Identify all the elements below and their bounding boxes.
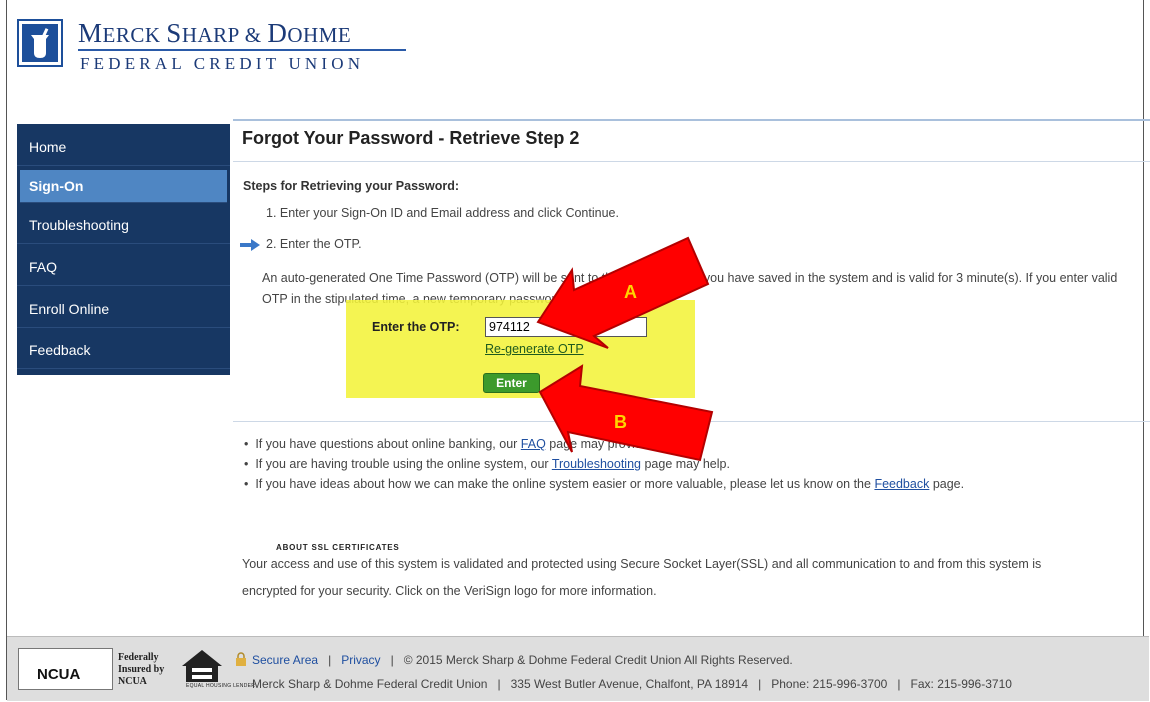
lock-icon	[236, 652, 246, 666]
brand-subtitle: FEDERAL CREDIT UNION	[80, 54, 365, 73]
sidebar-item-troubleshooting[interactable]: Troubleshooting	[17, 206, 230, 245]
footer-links: Secure Area | Privacy | © 2015 Merck Sha…	[252, 653, 793, 667]
brand-rule	[78, 49, 406, 51]
equal-housing-text: EQUAL HOUSING LENDER	[186, 683, 256, 689]
faq-link[interactable]: FAQ	[521, 437, 546, 451]
sidebar-item-home[interactable]: Home	[17, 128, 230, 166]
troubleshooting-link[interactable]: Troubleshooting	[552, 457, 641, 471]
step-1-text: 1. Enter your Sign-On ID and Email addre…	[266, 206, 619, 220]
content-divider	[233, 421, 1150, 422]
otp-label: Enter the OTP:	[372, 320, 460, 334]
list-item: • If you are having trouble using the on…	[244, 457, 730, 471]
sidebar-item-enroll-online[interactable]: Enroll Online	[17, 289, 230, 328]
list-item: • If you have ideas about how we can mak…	[244, 477, 965, 491]
ssl-heading: ABOUT SSL CERTIFICATES	[276, 543, 400, 552]
page-title: Forgot Your Password - Retrieve Step 2	[242, 128, 580, 148]
ssl-text-line-1: Your access and use of this system is va…	[242, 557, 1042, 571]
sidebar-item-sign-on[interactable]: Sign-On	[20, 169, 227, 203]
privacy-link[interactable]: Privacy	[341, 653, 380, 667]
footer-contact: Merck Sharp & Dohme Federal Credit Union…	[252, 677, 1012, 691]
secure-area-link[interactable]: Secure Area	[252, 653, 318, 667]
ssl-text-line-2: encrypted for your security. Click on th…	[242, 584, 657, 598]
step-2-text: 2. Enter the OTP.	[266, 237, 362, 251]
feedback-link[interactable]: Feedback	[874, 477, 929, 491]
help-bullets: • If you have questions about online ban…	[244, 434, 964, 494]
enter-button[interactable]: Enter	[483, 373, 540, 393]
federally-insured-text: Federally Insured by NCUA	[118, 652, 165, 687]
content-top-rule	[233, 119, 1150, 121]
current-step-arrow-icon	[240, 239, 260, 251]
sidebar-item-feedback[interactable]: Feedback	[17, 331, 230, 370]
sidebar-nav: Home Sign-On Troubleshooting FAQ Enroll …	[17, 124, 230, 375]
regenerate-otp-link[interactable]: Re-generate OTP	[485, 342, 584, 356]
ncua-label: NCUA	[37, 666, 81, 683]
footer	[7, 636, 1149, 701]
list-item: • If you have questions about online ban…	[244, 437, 703, 451]
title-divider	[233, 161, 1150, 162]
brand-name: MERCK SHARP & DOHME	[78, 18, 352, 48]
sidebar-item-faq[interactable]: FAQ	[17, 248, 230, 287]
copyright-text: © 2015 Merck Sharp & Dohme Federal Credi…	[403, 653, 793, 667]
credit-union-logo-icon[interactable]	[17, 19, 63, 67]
otp-input[interactable]	[485, 317, 647, 337]
steps-heading: Steps for Retrieving your Password:	[243, 179, 460, 193]
